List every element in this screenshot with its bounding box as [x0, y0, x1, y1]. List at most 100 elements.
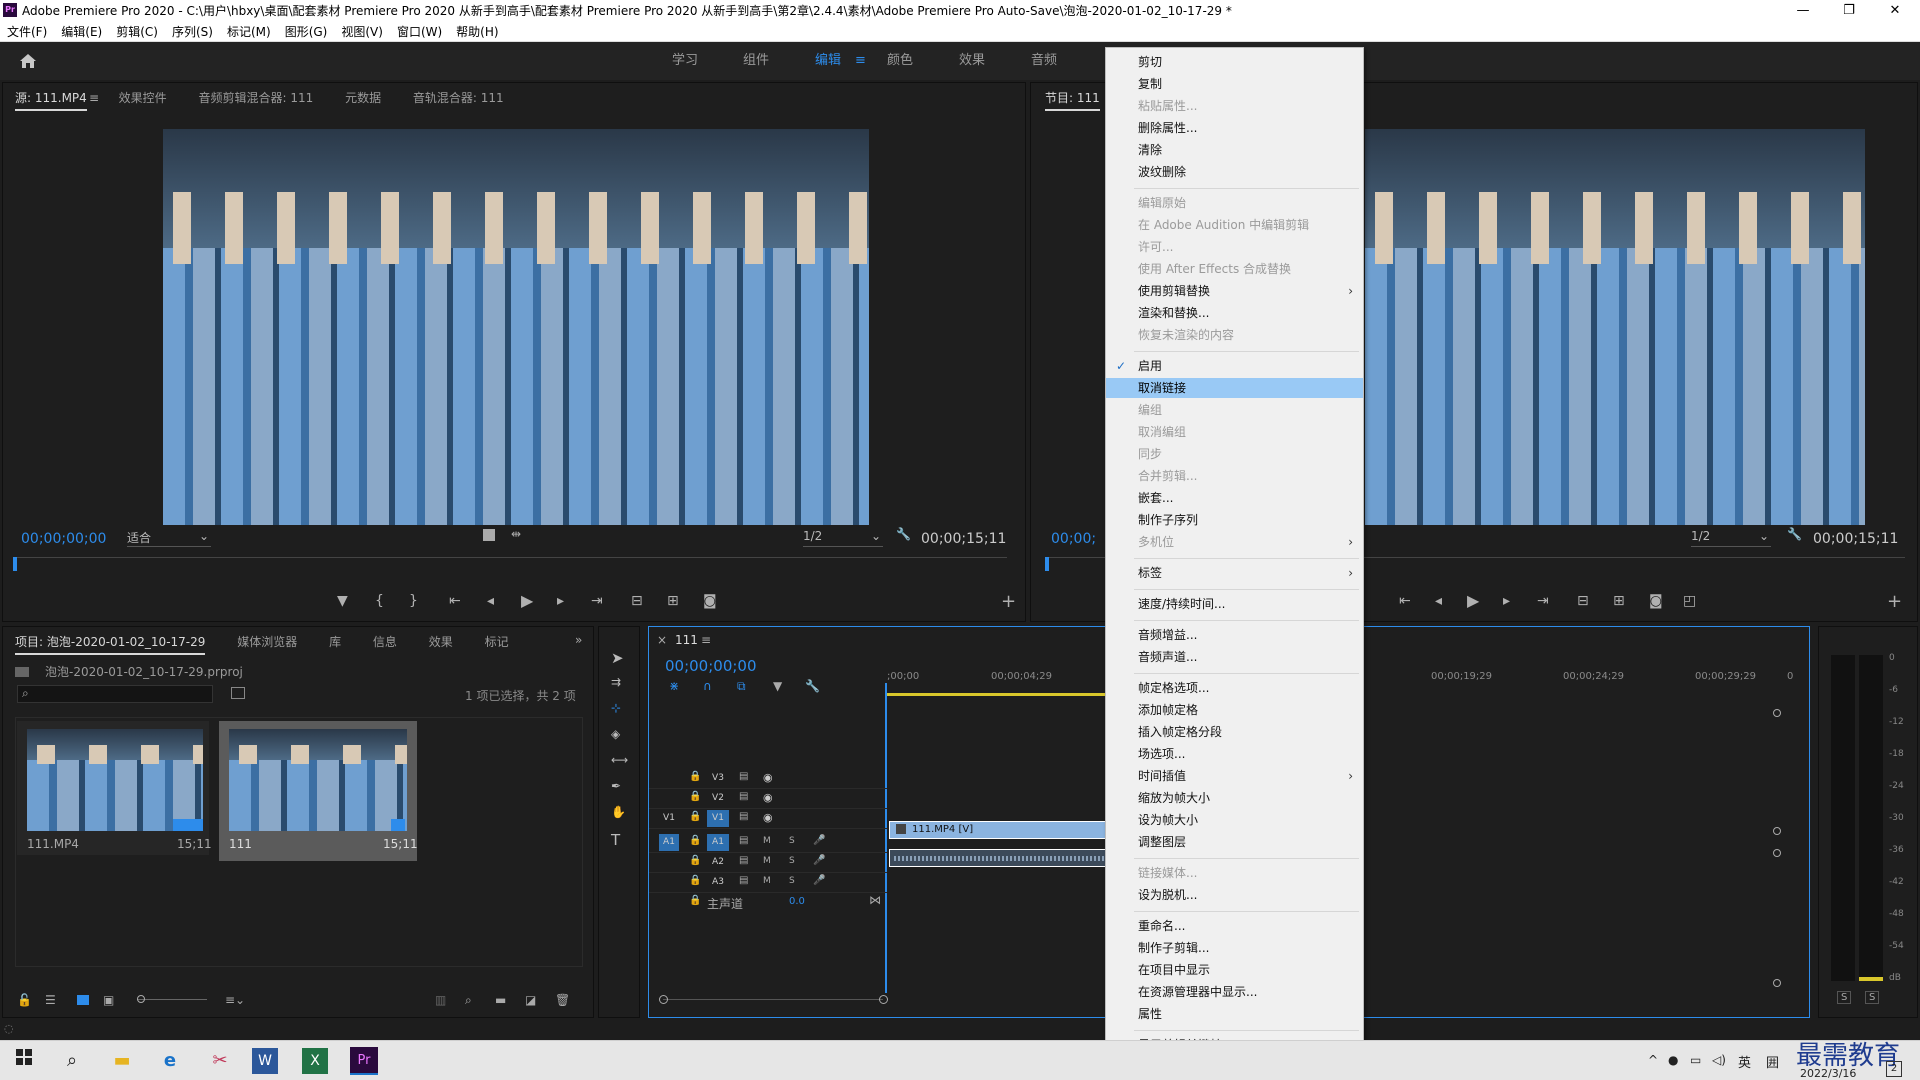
context-menu-item[interactable]: 制作子剪辑... — [1106, 938, 1363, 958]
program-go-to-in-icon[interactable]: ⇤ — [1399, 593, 1411, 609]
clear-icon[interactable]: 🗑 — [555, 993, 570, 1007]
input-language[interactable]: 英 — [1738, 1052, 1751, 1071]
context-menu-item[interactable]: 波纹删除 — [1106, 162, 1363, 182]
step-forward-icon[interactable]: ▸ — [557, 593, 564, 609]
tab-markers[interactable]: 标记 — [485, 635, 509, 649]
context-menu-item[interactable]: 取消链接 — [1106, 378, 1363, 398]
freeform-view-icon[interactable]: ▣ — [103, 993, 114, 1007]
track-header-a1[interactable]: A1 🔒 A1 ▤ M S 🎤 — [649, 833, 887, 853]
close-button[interactable]: ✕ — [1872, 0, 1918, 22]
track-lock-icon[interactable]: 🔒 — [689, 835, 701, 846]
workspace-tab-effects[interactable]: 效果 — [959, 42, 985, 80]
sync-lock-icon[interactable]: ▤ — [739, 875, 748, 886]
source-settings-wrench-icon[interactable]: 🔧 — [896, 527, 911, 541]
ime-mode-icon[interactable]: 囲 — [1766, 1052, 1779, 1071]
sync-lock-icon[interactable]: ▤ — [739, 835, 748, 846]
toggle-output-eye-icon[interactable]: ◉ — [763, 791, 773, 804]
volume-icon[interactable]: ◁) — [1712, 1053, 1726, 1067]
workspace-tab-learn[interactable]: 学习 — [672, 42, 698, 80]
context-menu-item[interactable]: 帧定格选项... — [1106, 678, 1363, 698]
workspace-tab-color[interactable]: 颜色 — [887, 42, 913, 80]
track-lock-icon[interactable]: 🔒 — [689, 855, 701, 866]
program-go-to-out-icon[interactable]: ⇥ — [1537, 593, 1549, 609]
track-header-v1[interactable]: V1 🔒 V1 ▤ ◉ — [649, 809, 887, 829]
voice-over-mic-icon[interactable]: 🎤 — [813, 855, 825, 866]
context-menu-item[interactable]: 删除属性... — [1106, 118, 1363, 138]
context-menu-item[interactable]: 制作子序列 — [1106, 510, 1363, 530]
context-menu-item[interactable]: 添加帧定格 — [1106, 700, 1363, 720]
timeline-timecode[interactable]: 00;00;00;00 — [665, 657, 757, 675]
insert-overlay-icon[interactable]: ⇹ — [511, 527, 521, 541]
pen-tool-icon[interactable]: ✒ — [611, 779, 621, 793]
tray-user-icon[interactable]: ● — [1668, 1053, 1678, 1067]
sync-lock-icon[interactable]: ▤ — [739, 771, 748, 782]
mute-button[interactable]: M — [763, 856, 771, 866]
context-menu-item[interactable]: 在项目中显示 — [1106, 960, 1363, 980]
step-back-icon[interactable]: ◂ — [487, 593, 494, 609]
project-item-111-mp4[interactable]: 111.MP4 15;11 — [17, 721, 212, 855]
workspace-menu-icon[interactable]: ≡ — [855, 42, 866, 80]
timeline-menu-icon[interactable]: ≡ — [701, 633, 711, 647]
menu-item[interactable]: 编辑(E) — [54, 22, 109, 42]
track-header-a3[interactable]: 🔒 A3 ▤ M S 🎤 — [649, 873, 887, 893]
new-item-icon[interactable]: ◪ — [525, 993, 536, 1007]
work-area-bar[interactable] — [887, 693, 1107, 696]
track-header-v2[interactable]: 🔒 V2 ▤ ◉ — [649, 789, 887, 809]
icon-view-icon[interactable] — [77, 995, 89, 1005]
source-playhead[interactable] — [13, 557, 17, 571]
ripple-edit-tool-icon[interactable]: ⊹ — [611, 701, 621, 715]
lift-icon[interactable]: ⊟ — [1577, 593, 1589, 609]
menu-item[interactable]: 视图(V) — [334, 22, 390, 42]
source-patch-a1[interactable]: A1 — [659, 834, 679, 851]
master-track-header[interactable]: 🔒 主声道 0.0 ⋈ — [649, 893, 887, 913]
more-panels-icon[interactable]: » — [575, 633, 582, 647]
context-menu-item[interactable]: 重命名... — [1106, 916, 1363, 936]
windows-start-icon[interactable] — [8, 1045, 40, 1077]
type-tool-icon[interactable]: T — [611, 831, 620, 849]
linked-selection-icon[interactable]: ⧉ — [737, 679, 746, 694]
selection-tool-icon[interactable]: ➤ — [611, 649, 624, 667]
program-timecode[interactable]: 00;00; — [1051, 531, 1096, 547]
tab-effects[interactable]: 效果 — [429, 635, 453, 649]
program-export-frame-icon[interactable]: ◙ — [1649, 593, 1663, 609]
source-timecode[interactable]: 00;00;00;00 — [21, 531, 106, 547]
context-menu-item[interactable]: 音频声道... — [1106, 647, 1363, 667]
context-menu-item[interactable]: 标签 › — [1106, 563, 1363, 583]
project-lock-icon[interactable]: 🔓 — [17, 993, 32, 1007]
voice-over-mic-icon[interactable]: 🎤 — [813, 875, 825, 886]
excel-icon[interactable]: X — [302, 1048, 328, 1074]
scroll-handle-left[interactable] — [659, 995, 668, 1004]
solo-right-button[interactable]: S — [1865, 991, 1880, 1004]
context-menu-item[interactable]: 属性 — [1106, 1004, 1363, 1024]
program-playhead[interactable] — [1045, 557, 1049, 571]
context-menu-item[interactable]: 在资源管理器中显示... — [1106, 982, 1363, 1002]
program-settings-wrench-icon[interactable]: 🔧 — [1787, 527, 1802, 541]
snap-icon[interactable]: ∩ — [703, 679, 712, 693]
premiere-taskbar-icon[interactable]: Pr — [350, 1047, 378, 1075]
context-menu-item[interactable]: 调整图层 — [1106, 832, 1363, 852]
context-menu-item[interactable]: 缩放为帧大小 — [1106, 788, 1363, 808]
list-view-icon[interactable]: ☰ — [45, 993, 56, 1007]
zoom-slider[interactable] — [137, 999, 207, 1000]
sync-lock-icon[interactable]: ▤ — [739, 791, 748, 802]
context-menu-item[interactable]: 音频增益... — [1106, 625, 1363, 645]
tray-chevron-icon[interactable]: ^ — [1648, 1053, 1658, 1067]
play-icon[interactable]: ▶ — [521, 591, 533, 610]
context-menu-item[interactable]: 清除 — [1106, 140, 1363, 160]
toggle-output-eye-icon[interactable]: ◉ — [763, 811, 773, 824]
sync-lock-icon[interactable]: ▤ — [739, 811, 748, 822]
context-menu-item[interactable]: 设为脱机... — [1106, 885, 1363, 905]
new-search-bin-icon[interactable] — [231, 687, 245, 699]
extract-icon[interactable]: ⊞ — [1613, 593, 1625, 609]
track-target[interactable]: A2 — [707, 854, 729, 871]
video-zoom-handle-bottom[interactable] — [1773, 827, 1781, 835]
tab-metadata[interactable]: 元数据 — [345, 91, 381, 105]
insert-icon[interactable]: ⊟ — [631, 593, 643, 609]
source-resolution-dropdown[interactable]: 1/2 ⌄ — [803, 529, 883, 547]
safe-margins-icon[interactable] — [483, 529, 495, 541]
track-lock-icon[interactable]: 🔒 — [689, 875, 701, 886]
new-bin-icon[interactable]: ▬ — [495, 993, 506, 1007]
file-explorer-icon[interactable]: ▬ — [106, 1045, 138, 1077]
track-target[interactable]: V3 — [707, 770, 729, 787]
export-frame-icon[interactable]: ◙ — [703, 593, 717, 609]
